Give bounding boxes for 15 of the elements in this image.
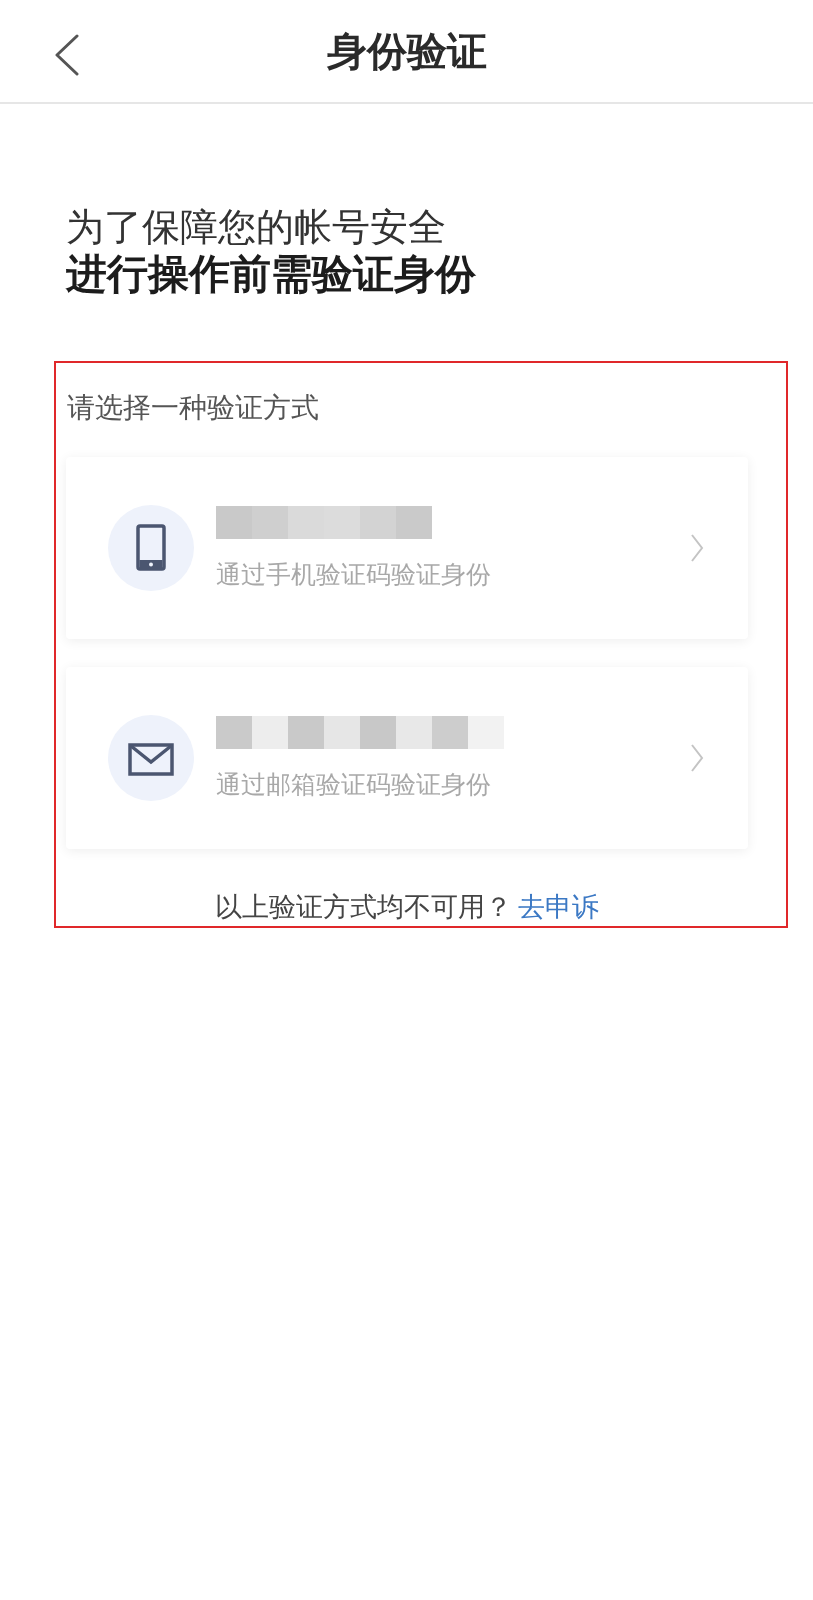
phone-icon xyxy=(108,505,194,591)
chevron-right-icon xyxy=(690,743,704,773)
back-icon[interactable] xyxy=(54,34,80,76)
intro-heading: 进行操作前需验证身份 xyxy=(66,251,477,298)
verification-option[interactable]: 通过手机验证码验证身份 xyxy=(66,457,748,639)
verification-option[interactable]: 通过邮箱验证码验证身份 xyxy=(66,667,748,849)
intro-subtitle: 为了保障您的帐号安全 xyxy=(66,204,447,251)
option-description: 通过邮箱验证码验证身份 xyxy=(216,768,492,801)
appeal-link[interactable]: 去申诉 xyxy=(518,891,599,922)
chevron-right-icon xyxy=(690,533,704,563)
unavailable-note: 以上验证方式均不可用？ xyxy=(215,891,512,922)
envelope-icon xyxy=(108,715,194,801)
section-prompt: 请选择一种验证方式 xyxy=(67,390,320,426)
option-description: 通过手机验证码验证身份 xyxy=(216,558,492,591)
page-title: 身份验证 xyxy=(326,27,487,76)
